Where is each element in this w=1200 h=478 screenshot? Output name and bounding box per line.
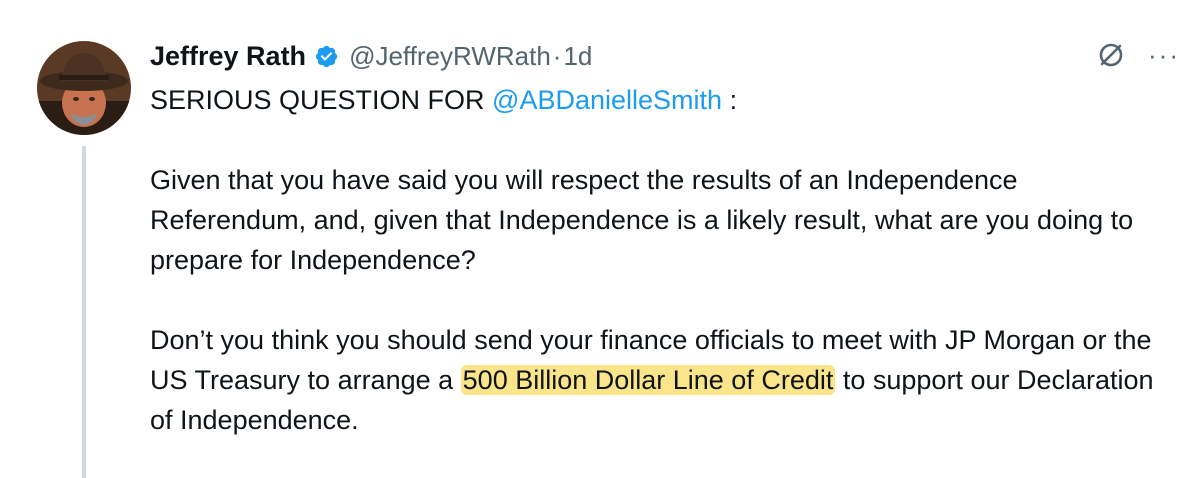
tweet-text: SERIOUS QUESTION FOR @ABDanielleSmith : … [150,80,1180,440]
separator-dot: · [552,40,562,71]
tweet-line-1-prefix: SERIOUS QUESTION FOR [150,85,493,115]
tweet-actions-top: ··· [1096,40,1180,70]
verified-badge-icon [314,44,339,69]
more-options-icon[interactable]: ··· [1148,42,1180,68]
user-handle[interactable]: @JeffreyRWRath [349,41,551,72]
timestamp[interactable]: 1d [563,41,592,72]
tweet-header: Jeffrey Rath @JeffreyRWRath · 1d [150,35,592,77]
display-name[interactable]: Jeffrey Rath [150,41,306,72]
avatar[interactable] [37,41,131,135]
tweet-paragraph-3: Don’t you think you should send your fin… [150,320,1180,440]
tweet-line-1: SERIOUS QUESTION FOR @ABDanielleSmith : [150,80,1180,120]
tweet-paragraph-2: Given that you have said you will respec… [150,165,1134,275]
thread-line [82,146,86,478]
highlighted-text: 500 Billion Dollar Line of Credit [460,365,836,395]
avatar-image [37,41,131,135]
tweet-line-1-suffix: : [722,85,738,115]
grok-icon[interactable] [1096,40,1126,70]
mention-link[interactable]: @ABDanielleSmith [492,85,722,115]
